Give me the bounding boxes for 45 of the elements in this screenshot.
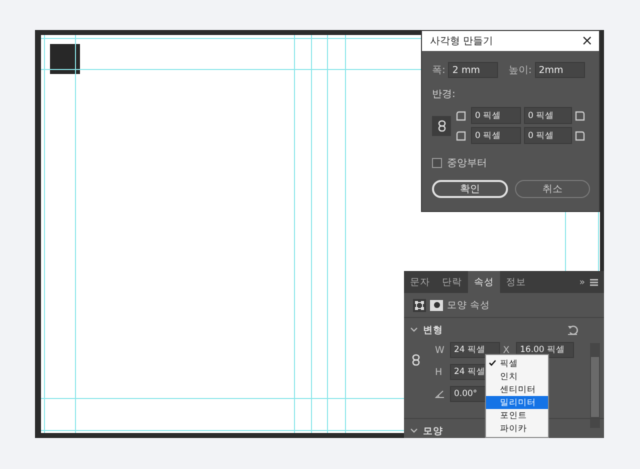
ok-button[interactable]: 확인	[432, 180, 508, 198]
panel-heading: 모양 속성	[447, 298, 490, 312]
chevron-icon[interactable]	[410, 428, 418, 434]
reset-icon[interactable]	[567, 325, 578, 335]
radius-label: 반경:	[432, 88, 456, 101]
panel-tab[interactable]: 문자	[404, 271, 436, 293]
section-title: 모양	[423, 424, 443, 438]
link-icon[interactable]	[412, 354, 420, 366]
rectangle-shape	[50, 44, 80, 74]
width-field[interactable]: 2 mm	[448, 62, 498, 78]
menu-item[interactable]: 밀리미터	[486, 396, 548, 409]
menu-icon[interactable]	[590, 278, 598, 286]
height-label: 높이:	[508, 64, 532, 77]
panel-tab[interactable]: 단락	[436, 271, 468, 293]
radius-field[interactable]: 0 픽셀	[471, 107, 521, 124]
close-icon[interactable]: ×	[581, 33, 593, 49]
width-field[interactable]: 24 픽셀	[450, 342, 500, 358]
window-title: 사각형 만들기	[430, 35, 494, 48]
chevron-icon[interactable]	[410, 327, 418, 333]
scrollbar[interactable]	[590, 343, 600, 428]
link-button[interactable]	[432, 116, 451, 136]
checkbox[interactable]	[432, 158, 442, 168]
height-field[interactable]: 2mm	[534, 62, 585, 78]
section-title: 변형	[423, 324, 443, 336]
width-label: 폭:	[432, 64, 446, 77]
menu-item[interactable]: 포인트	[486, 409, 548, 422]
cancel-button[interactable]: 취소	[514, 180, 590, 198]
mask-icon	[434, 302, 440, 308]
scroll-thumb[interactable]	[591, 357, 599, 417]
width-label: W	[435, 344, 446, 356]
panel-tab[interactable]: 정보	[500, 271, 532, 293]
panel-tab[interactable]: 속성	[468, 271, 500, 293]
angle-icon	[435, 390, 445, 398]
height-label: H	[435, 366, 444, 378]
radius-field[interactable]: 0 픽셀	[471, 127, 521, 144]
radius-field[interactable]: 0 픽셀	[524, 107, 572, 124]
menu-item[interactable]: 파이카	[486, 422, 548, 435]
radius-field[interactable]: 0 픽셀	[524, 127, 572, 144]
shape-properties-button[interactable]	[413, 298, 426, 312]
x-label: X	[503, 344, 511, 356]
link-icon	[438, 120, 446, 132]
bounding-box-icon	[415, 300, 424, 310]
overflow-icon[interactable]: »	[579, 276, 585, 288]
mask-button[interactable]	[430, 300, 443, 310]
checkbox-label: 중앙부터	[447, 157, 487, 170]
